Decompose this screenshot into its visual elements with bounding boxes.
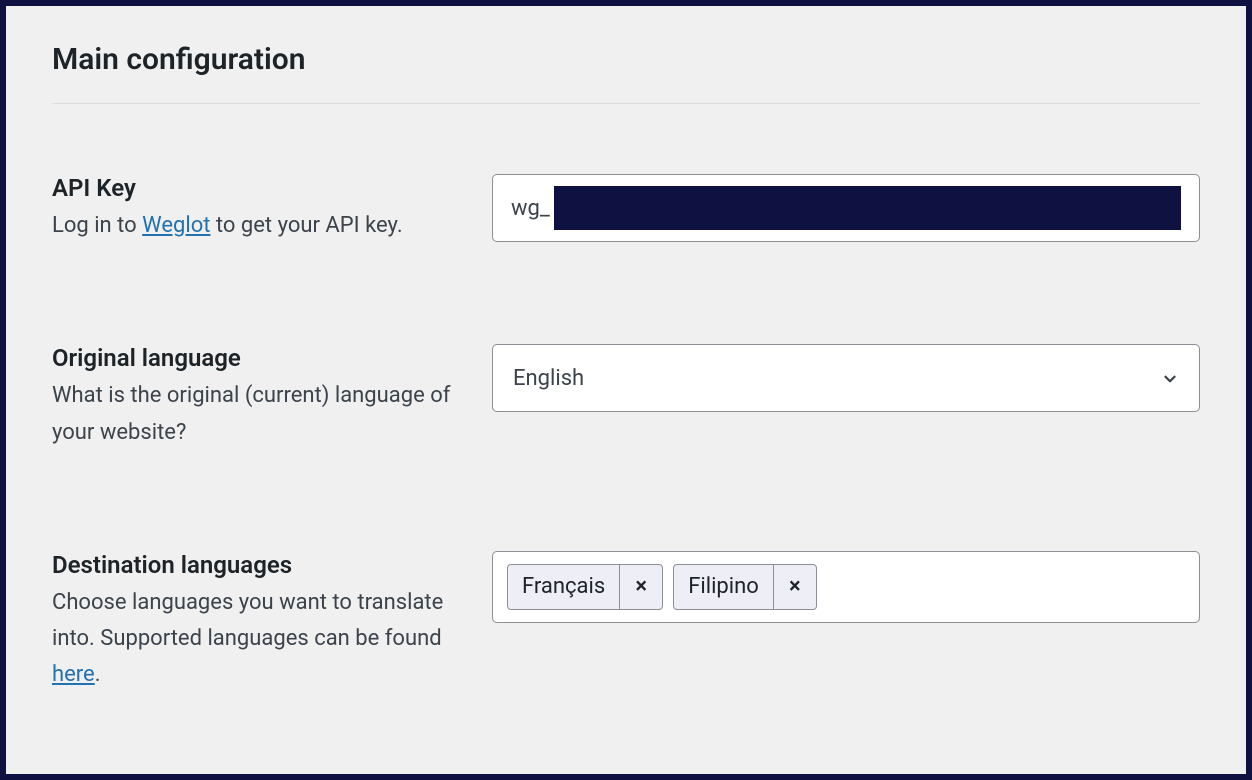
main-configuration-panel: Main configuration API Key Log in to Weg… [6, 6, 1246, 774]
divider [52, 103, 1200, 104]
close-icon: × [789, 574, 801, 599]
destination-languages-input[interactable]: Français × Filipino × [492, 551, 1200, 623]
api-key-redacted [554, 186, 1181, 230]
api-key-input[interactable]: wg_ [492, 174, 1200, 242]
api-key-input-col: wg_ [492, 174, 1200, 242]
destination-languages-desc-prefix: Choose languages you want to translate i… [52, 590, 443, 651]
api-key-row: API Key Log in to Weglot to get your API… [52, 174, 1200, 244]
api-key-desc-suffix: to get your API key. [210, 213, 402, 238]
close-icon: × [635, 574, 647, 599]
original-language-label-col: Original language What is the original (… [52, 344, 492, 451]
destination-languages-label-col: Destination languages Choose languages y… [52, 551, 492, 694]
language-tag: Français × [507, 564, 663, 610]
supported-languages-link[interactable]: here [52, 662, 95, 687]
remove-tag-button[interactable]: × [620, 565, 662, 609]
api-key-value-prefix: wg_ [511, 196, 550, 221]
destination-languages-description: Choose languages you want to translate i… [52, 585, 472, 694]
destination-languages-label: Destination languages [52, 551, 472, 579]
api-key-description: Log in to Weglot to get your API key. [52, 208, 472, 244]
original-language-input-col: English [492, 344, 1200, 412]
original-language-value: English [513, 366, 584, 391]
section-title: Main configuration [52, 42, 1200, 77]
weglot-link[interactable]: Weglot [142, 213, 210, 238]
original-language-description: What is the original (current) language … [52, 378, 472, 451]
remove-tag-button[interactable]: × [774, 565, 816, 609]
destination-languages-desc-suffix: . [95, 662, 101, 687]
api-key-label-col: API Key Log in to Weglot to get your API… [52, 174, 492, 244]
chevron-down-icon [1161, 369, 1179, 387]
language-tag-label: Filipino [674, 565, 774, 609]
api-key-label: API Key [52, 174, 472, 202]
original-language-label: Original language [52, 344, 472, 372]
language-tag: Filipino × [673, 564, 817, 610]
original-language-row: Original language What is the original (… [52, 344, 1200, 451]
language-tag-label: Français [508, 565, 620, 609]
destination-languages-row: Destination languages Choose languages y… [52, 551, 1200, 694]
destination-languages-input-col: Français × Filipino × [492, 551, 1200, 623]
original-language-select[interactable]: English [492, 344, 1200, 412]
api-key-desc-prefix: Log in to [52, 213, 142, 238]
